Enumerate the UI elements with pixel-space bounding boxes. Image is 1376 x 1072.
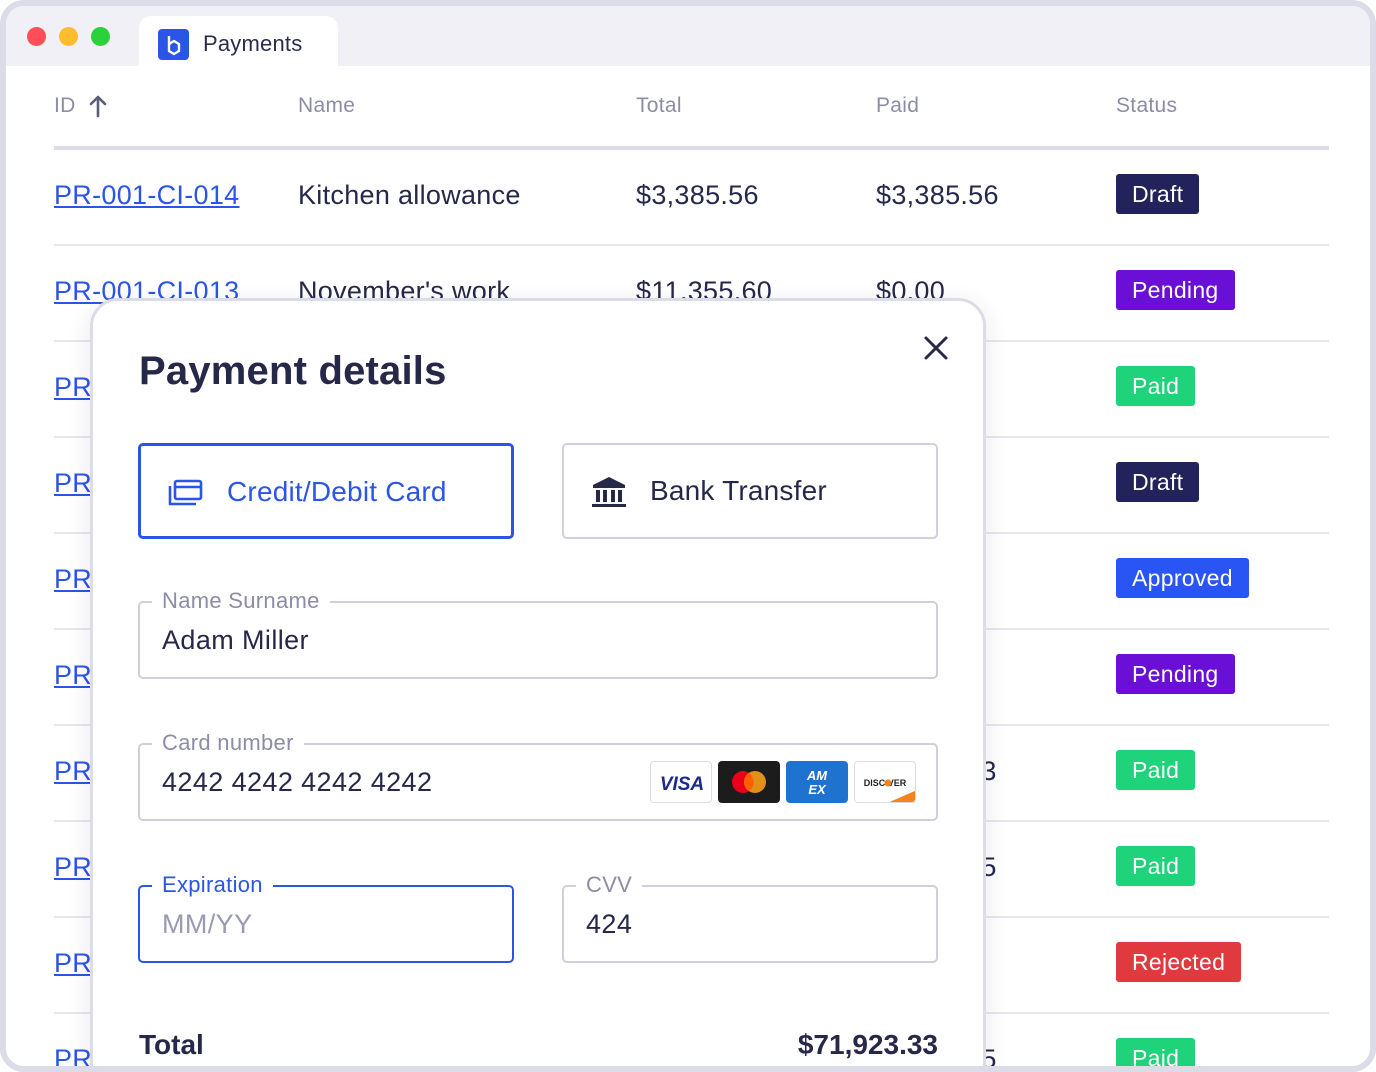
app-window: Payments ID Name Total Paid Status PR-00… [0,0,1376,1072]
card-number-label: Card number [152,729,304,757]
bank-icon [592,477,626,507]
column-header-id[interactable]: ID [54,94,76,118]
cvv-label: CVV [576,871,643,899]
name-surname-value[interactable]: Adam Miller [162,625,309,656]
name-surname-label: Name Surname [152,587,330,615]
svg-text:EX: EX [808,782,827,797]
status-badge: Paid [1116,846,1196,886]
close-window-button[interactable] [27,27,46,46]
table-row[interactable]: PR-001-CI-014 Kitchen allowance $3,385.5… [54,150,1329,246]
payment-id-link[interactable]: PR [54,660,92,691]
app-logo-icon [158,29,189,60]
svg-text:VISA: VISA [660,774,704,795]
credit-card-icon [168,479,203,506]
title-bar: Payments [6,6,1370,66]
modal-title: Payment details [139,349,447,393]
tab-title: Payments [203,31,303,56]
payment-id-link[interactable]: PR [54,468,92,499]
payment-id-link[interactable]: PR [54,948,92,979]
payment-id-link[interactable]: PR [54,372,92,403]
status-badge: Paid [1116,1038,1196,1066]
status-badge: Pending [1116,654,1235,694]
payment-paid: $3,385.56 [876,180,999,210]
bank-transfer-label: Bank Transfer [650,475,827,506]
status-badge: Paid [1116,750,1196,790]
card-number-field[interactable]: Card number 4242 4242 4242 4242 VISA AM … [138,729,938,821]
status-badge: Paid [1116,366,1196,406]
column-header-total[interactable]: Total [636,94,682,118]
maximize-window-button[interactable] [91,27,110,46]
arrow-up-icon[interactable] [88,94,108,118]
payment-details-modal: Payment details Credit/Debit Card Bank T… [90,298,986,1066]
payment-id-link[interactable]: PR [54,852,92,883]
credit-card-option[interactable]: Credit/Debit Card [138,443,514,539]
bank-transfer-option[interactable]: Bank Transfer [562,443,938,539]
mastercard-logo [718,761,780,803]
status-badge: Approved [1116,558,1249,598]
column-header-name[interactable]: Name [298,94,355,118]
payment-id-link[interactable]: PR-001-CI-014 [54,180,239,211]
card-number-value[interactable]: 4242 4242 4242 4242 [162,767,432,798]
payment-name: Kitchen allowance [298,180,521,210]
expiration-placeholder[interactable]: MM/YY [162,909,253,940]
expiration-field[interactable]: Expiration MM/YY [138,871,514,963]
close-icon[interactable] [921,333,951,363]
cvv-value[interactable]: 424 [586,909,632,940]
payment-id-link[interactable]: PR [54,1044,92,1066]
payment-total: $3,385.56 [636,180,759,210]
discover-logo: DISC VER [854,761,916,803]
column-header-paid[interactable]: Paid [876,94,919,118]
status-badge: Pending [1116,270,1235,310]
cvv-field[interactable]: CVV 424 [562,871,938,963]
status-badge: Draft [1116,174,1200,214]
expiration-label: Expiration [152,871,273,899]
name-surname-field[interactable]: Name Surname Adam Miller [138,587,938,679]
tab-payments[interactable]: Payments [139,16,338,66]
status-badge: Draft [1116,462,1200,502]
credit-card-label: Credit/Debit Card [227,476,447,507]
total-value: $71,923.33 [797,1029,938,1060]
svg-text:AM: AM [806,768,828,783]
column-header-status[interactable]: Status [1116,94,1177,118]
payment-id-link[interactable]: PR [54,756,92,787]
payment-id-link[interactable]: PR [54,564,92,595]
total-label: Total [139,1029,204,1060]
status-badge: Rejected [1116,942,1242,982]
visa-logo: VISA [650,761,712,803]
amex-logo: AM EX [786,761,848,803]
minimize-window-button[interactable] [59,27,78,46]
